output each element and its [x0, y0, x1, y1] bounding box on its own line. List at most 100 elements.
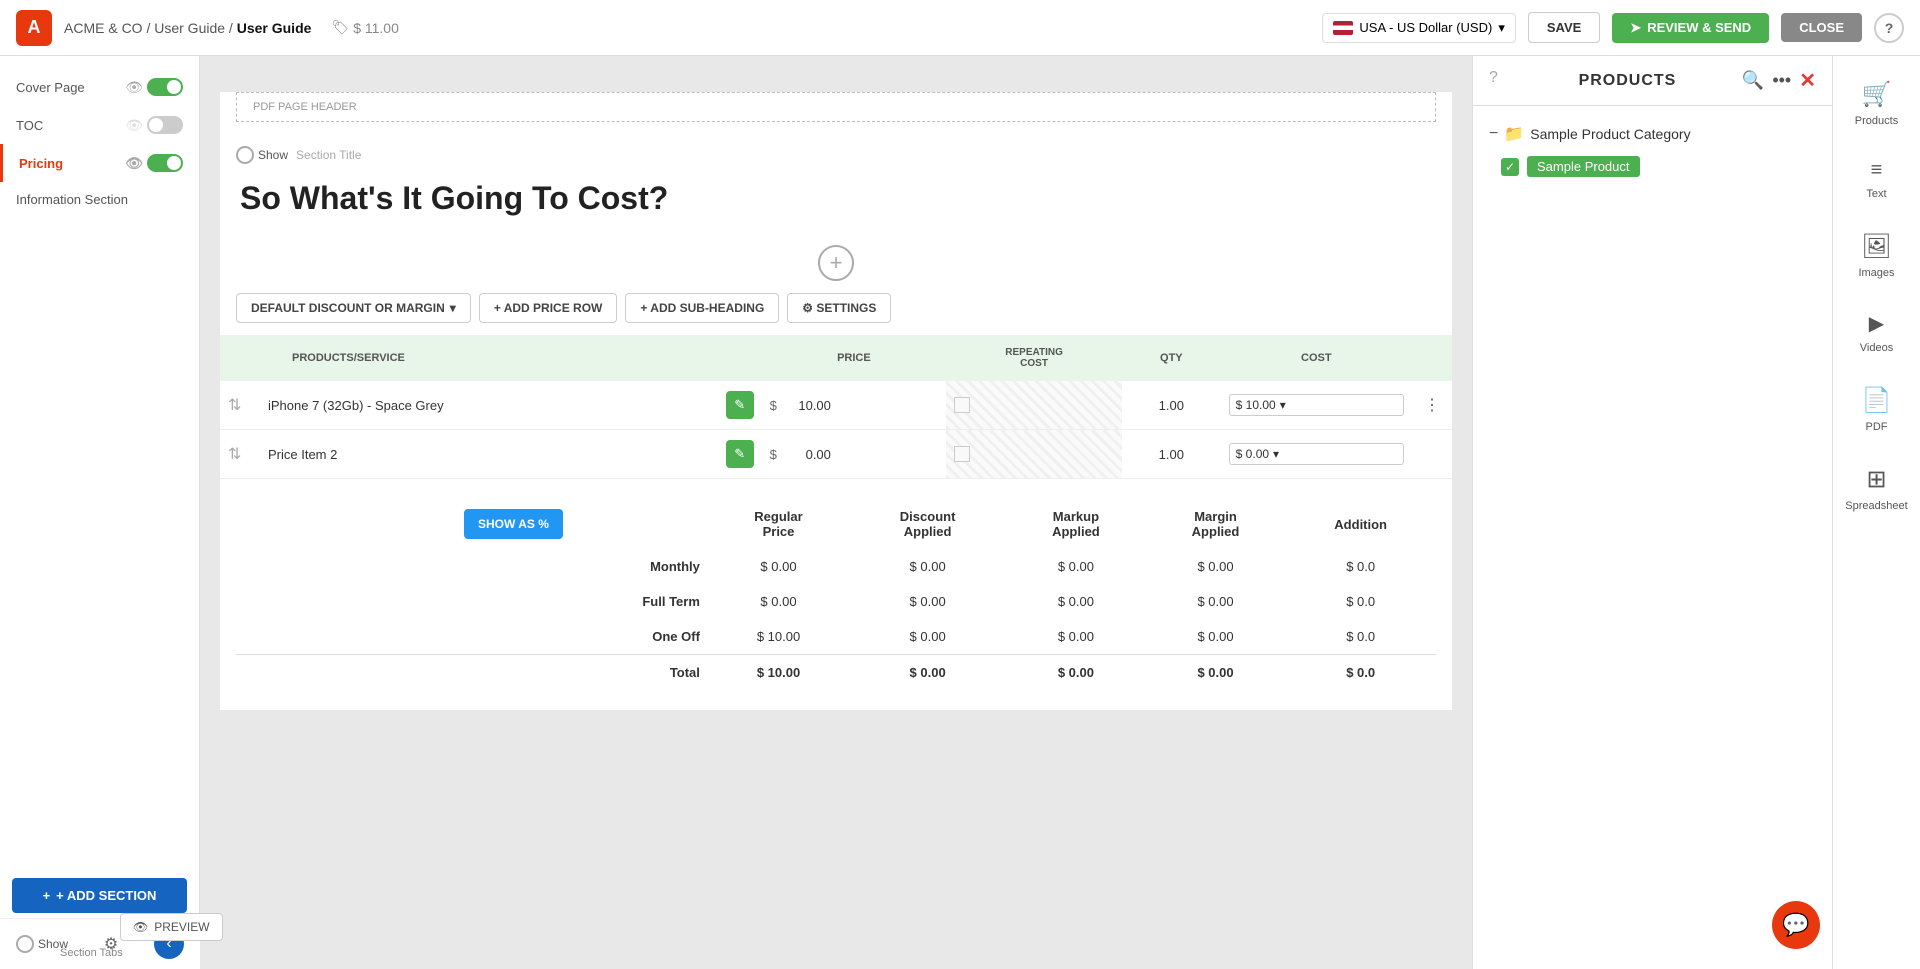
summary-col-markup: MarkupApplied: [1006, 499, 1146, 549]
pdf-label: PDF: [1866, 421, 1888, 433]
help-icon[interactable]: ?: [1489, 69, 1513, 93]
settings-button[interactable]: ⚙ SETTINGS: [787, 293, 891, 323]
flag-icon: [1333, 21, 1353, 35]
toggle-switch[interactable]: [147, 116, 183, 134]
section-title-label: Section Title: [296, 148, 361, 162]
eye-slash-icon: 👁: [125, 117, 143, 134]
row-menu-button[interactable]: ⋮: [1420, 397, 1444, 414]
far-right-text[interactable]: ≡ Text: [1833, 143, 1920, 216]
review-send-button[interactable]: ➤ REVIEW & SEND: [1612, 13, 1769, 43]
drag-handle[interactable]: ⇅: [228, 446, 241, 463]
sidebar-item-label: Cover Page: [16, 80, 85, 95]
text-label: Text: [1866, 188, 1886, 200]
edit-product-button[interactable]: ✎: [726, 440, 754, 468]
breadcrumb: ACME & CO / User Guide / User Guide: [64, 20, 311, 36]
add-section-button[interactable]: + + ADD SECTION: [12, 878, 187, 913]
topbar: A ACME & CO / User Guide / User Guide 🏷 …: [0, 0, 1920, 56]
eye-icon: 👁: [125, 155, 143, 172]
cover-page-toggle[interactable]: 👁: [125, 78, 183, 96]
chevron-down-icon: ▾: [1280, 398, 1286, 412]
send-icon: ➤: [1630, 20, 1641, 36]
summary-col-addition: Addition: [1285, 499, 1436, 549]
col-qty: QTY: [1122, 335, 1221, 381]
category-label: Sample Product Category: [1530, 126, 1690, 142]
summary-row-monthly: Monthly $ 0.00 $ 0.00 $ 0.00 $ 0.00 $ 0.…: [236, 549, 1436, 584]
repeating-cost-checkbox[interactable]: [954, 446, 970, 462]
col-price: PRICE: [762, 335, 946, 381]
help-button[interactable]: ?: [1874, 13, 1904, 43]
sidebar-item-pricing[interactable]: Pricing 👁: [0, 144, 199, 182]
toc-toggle[interactable]: 👁: [125, 116, 183, 134]
add-price-row-button[interactable]: + ADD PRICE ROW: [479, 293, 618, 323]
summary-row-total: Total $ 10.00 $ 0.00 $ 0.00 $ 0.00 $ 0.0: [236, 655, 1436, 691]
far-right-products[interactable]: 🛒 Products: [1833, 64, 1920, 143]
summary-row-one-off: One Off $ 10.00 $ 0.00 $ 0.00 $ 0.00 $ 0…: [236, 619, 1436, 655]
col-products-service: PRODUCTS/SERVICE: [260, 335, 718, 381]
table-row: ⇅ iPhone 7 (32Gb) - Space Grey ✎ $ 10.00: [220, 381, 1452, 430]
category-row: − 📁 Sample Product Category: [1485, 118, 1820, 150]
show-toggle-btn[interactable]: Show: [236, 146, 288, 164]
pricing-table: PRODUCTS/SERVICE PRICE REPEATINGCOST QTY…: [220, 335, 1452, 479]
collapse-icon[interactable]: −: [1489, 125, 1498, 143]
add-sub-heading-button[interactable]: + ADD SUB-HEADING: [625, 293, 779, 323]
right-panel-title: PRODUCTS: [1521, 72, 1734, 90]
sidebar-item-toc[interactable]: TOC 👁: [0, 106, 199, 144]
product-label: Sample Product: [1527, 156, 1640, 177]
pdf-icon: 📄: [1862, 386, 1892, 415]
qty-cell: 1.00: [1122, 430, 1221, 479]
spreadsheet-label: Spreadsheet: [1845, 500, 1907, 512]
plus-icon: +: [43, 888, 51, 903]
product-name-cell: iPhone 7 (32Gb) - Space Grey: [260, 381, 718, 430]
left-sidebar: Cover Page 👁 TOC 👁 Pricing 👁 Information…: [0, 56, 200, 969]
chat-bubble[interactable]: 💬: [1772, 901, 1820, 949]
far-right-pdf[interactable]: 📄 PDF: [1833, 370, 1920, 449]
summary-col-margin: MarginApplied: [1146, 499, 1286, 549]
show-as-percent-button[interactable]: SHOW AS %: [464, 509, 563, 539]
text-icon: ≡: [1871, 159, 1883, 182]
more-options-icon[interactable]: •••: [1772, 70, 1791, 91]
col-cost: COST: [1221, 335, 1412, 381]
app-logo: A: [16, 10, 52, 46]
sidebar-item-information[interactable]: Information Section: [0, 182, 199, 217]
spreadsheet-icon: ⊞: [1866, 465, 1886, 494]
col-repeating-cost: REPEATINGCOST: [946, 335, 1122, 381]
discount-margin-button[interactable]: DEFAULT DISCOUNT OR MARGIN ▾: [236, 293, 471, 323]
price-cell: $ 10.00: [770, 398, 938, 413]
circle-toggle[interactable]: [236, 146, 254, 164]
cost-select[interactable]: $ 10.00 ▾: [1229, 394, 1404, 416]
folder-icon: 📁: [1504, 124, 1524, 144]
right-panel-header: ? PRODUCTS 🔍 ••• ✕: [1473, 56, 1832, 106]
sidebar-item-cover-page[interactable]: Cover Page 👁: [0, 68, 199, 106]
price-tag: 🏷 $ 11.00: [331, 19, 398, 36]
add-row-center: +: [220, 233, 1452, 293]
locale-selector[interactable]: USA - US Dollar (USD) ▾: [1322, 13, 1515, 43]
summary-col-discount: DiscountApplied: [849, 499, 1006, 549]
save-button[interactable]: SAVE: [1528, 12, 1600, 43]
repeating-cost-checkbox[interactable]: [954, 397, 970, 413]
main-title: So What's It Going To Cost?: [220, 172, 1452, 233]
close-icon[interactable]: ✕: [1799, 68, 1816, 93]
product-name-cell: Price Item 2: [260, 430, 718, 479]
right-panel: ? PRODUCTS 🔍 ••• ✕ − 📁 Sample Product Ca…: [1472, 56, 1832, 969]
toggle-switch[interactable]: [147, 154, 183, 172]
show-toggle[interactable]: [16, 935, 34, 953]
center-content: PDF PAGE HEADER Show Section Title So Wh…: [200, 56, 1472, 969]
far-right-images[interactable]: 🖼 Images: [1833, 216, 1920, 295]
search-icon[interactable]: 🔍: [1742, 70, 1764, 91]
close-button[interactable]: CLOSE: [1781, 13, 1862, 42]
add-content-button[interactable]: +: [818, 245, 854, 281]
edit-product-button[interactable]: ✎: [726, 391, 754, 419]
cost-select[interactable]: $ 0.00 ▾: [1229, 443, 1404, 465]
toggle-switch[interactable]: [147, 78, 183, 96]
far-right-videos[interactable]: ▶ Videos: [1833, 295, 1920, 370]
videos-icon: ▶: [1869, 311, 1884, 336]
preview-button[interactable]: 👁 PREVIEW: [120, 913, 223, 941]
images-icon: 🖼: [1861, 232, 1891, 261]
far-right-spreadsheet[interactable]: ⊞ Spreadsheet: [1833, 449, 1920, 528]
pricing-toggle[interactable]: 👁: [125, 154, 183, 172]
right-panel-body: − 📁 Sample Product Category ✓ Sample Pro…: [1473, 106, 1832, 969]
pdf-page-header: PDF PAGE HEADER: [236, 92, 1436, 122]
drag-handle[interactable]: ⇅: [228, 397, 241, 414]
main-layout: Cover Page 👁 TOC 👁 Pricing 👁 Information…: [0, 56, 1920, 969]
product-checkbox[interactable]: ✓: [1501, 158, 1519, 176]
